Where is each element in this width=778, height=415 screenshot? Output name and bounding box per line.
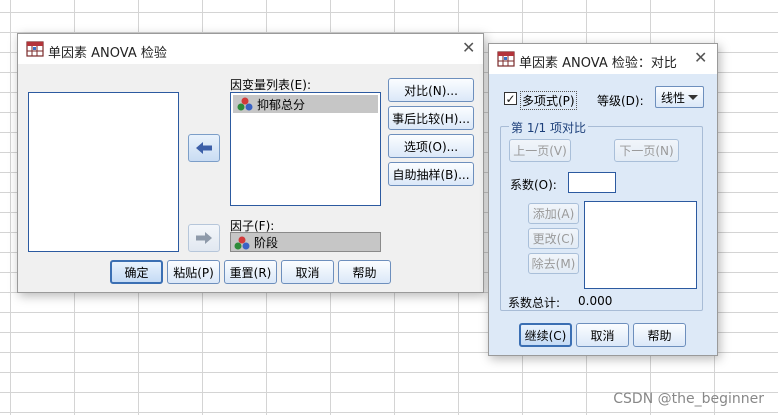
contrasts-titlebar: 单因素 ANOVA 检验：对比 ✕ (489, 44, 717, 74)
source-variable-list[interactable] (28, 92, 179, 252)
coefficient-total-value: 0.000 (578, 294, 613, 308)
contrasts-dialog-title: 单因素 ANOVA 检验：对比 (519, 56, 677, 71)
anova-dialog-title: 单因素 ANOVA 检验 (48, 46, 167, 61)
check-icon: ✓ (505, 91, 516, 106)
contrast-group-title: 第 1/1 项对比 (509, 119, 588, 136)
dependent-item-label: 抑郁总分 (257, 97, 306, 112)
prev-button[interactable]: 上一页(V) (509, 139, 571, 162)
nominal-variable-icon (237, 97, 253, 111)
change-button[interactable]: 更改(C) (528, 228, 579, 249)
degree-select[interactable]: 线性 (655, 86, 704, 108)
degree-value: 线性 (661, 90, 686, 105)
anova-body: 因变量列表(E): 抑郁总分 因子(F): 阶段 对比(N)... 事后比较(H… (18, 64, 483, 292)
help-button[interactable]: 帮助 (633, 323, 686, 347)
cancel-button[interactable]: 取消 (281, 260, 334, 284)
coefficient-total-label: 系数总计: (508, 296, 561, 310)
anova-titlebar: 单因素 ANOVA 检验 ✕ (18, 34, 483, 64)
factor-value: 阶段 (254, 236, 279, 250)
next-button[interactable]: 下一页(N) (614, 139, 679, 162)
spss-table-icon (26, 41, 44, 57)
arrow-left-icon (196, 142, 212, 154)
degree-label: 等级(D): (597, 94, 644, 108)
contrasts-button[interactable]: 对比(N)... (388, 78, 474, 102)
move-right-button[interactable] (188, 224, 220, 252)
anova-dialog: 单因素 ANOVA 检验 ✕ 因变量列表(E): 抑郁总分 因子(F): 阶段 … (17, 33, 484, 293)
add-button[interactable]: 添加(A) (528, 203, 579, 224)
contrasts-body: ✓ 多项式(P) 等级(D): 线性 第 1/1 项对比 上一页(V) 下一页(… (489, 74, 717, 355)
coefficients-list[interactable] (584, 201, 697, 289)
factor-field[interactable]: 阶段 (230, 232, 381, 252)
arrow-right-icon (196, 232, 212, 244)
contrast-group: 第 1/1 项对比 上一页(V) 下一页(N) 系数(O): 添加(A) 更改(… (500, 119, 703, 311)
close-icon[interactable]: ✕ (462, 39, 475, 57)
dependent-list[interactable]: 抑郁总分 (230, 92, 381, 206)
close-icon[interactable]: ✕ (694, 49, 707, 67)
spss-table-icon (497, 51, 515, 67)
coefficients-input[interactable] (568, 172, 616, 193)
dependent-list-item[interactable]: 抑郁总分 (233, 95, 378, 113)
chevron-down-icon (688, 95, 698, 100)
paste-button[interactable]: 粘贴(P) (167, 260, 220, 284)
remove-button[interactable]: 除去(M) (528, 253, 579, 274)
move-left-button[interactable] (188, 134, 220, 162)
polynomial-checkbox[interactable]: ✓ (504, 92, 517, 105)
watermark-text: CSDN @the_beginner (613, 391, 764, 407)
dependent-list-label: 因变量列表(E): (230, 78, 311, 92)
post-hoc-button[interactable]: 事后比较(H)... (388, 106, 474, 130)
contrasts-dialog: 单因素 ANOVA 检验：对比 ✕ ✓ 多项式(P) 等级(D): 线性 第 1… (488, 43, 718, 356)
cancel-button[interactable]: 取消 (576, 323, 629, 347)
ok-button[interactable]: 确定 (110, 260, 163, 284)
reset-button[interactable]: 重置(R) (224, 260, 277, 284)
help-button[interactable]: 帮助 (338, 260, 391, 284)
bootstrap-button[interactable]: 自助抽样(B)... (388, 162, 474, 186)
options-button[interactable]: 选项(O)... (388, 134, 474, 158)
nominal-variable-icon (234, 236, 250, 249)
continue-button[interactable]: 继续(C) (519, 323, 572, 347)
polynomial-label: 多项式(P) (520, 91, 577, 110)
coefficients-label: 系数(O): (510, 178, 557, 192)
